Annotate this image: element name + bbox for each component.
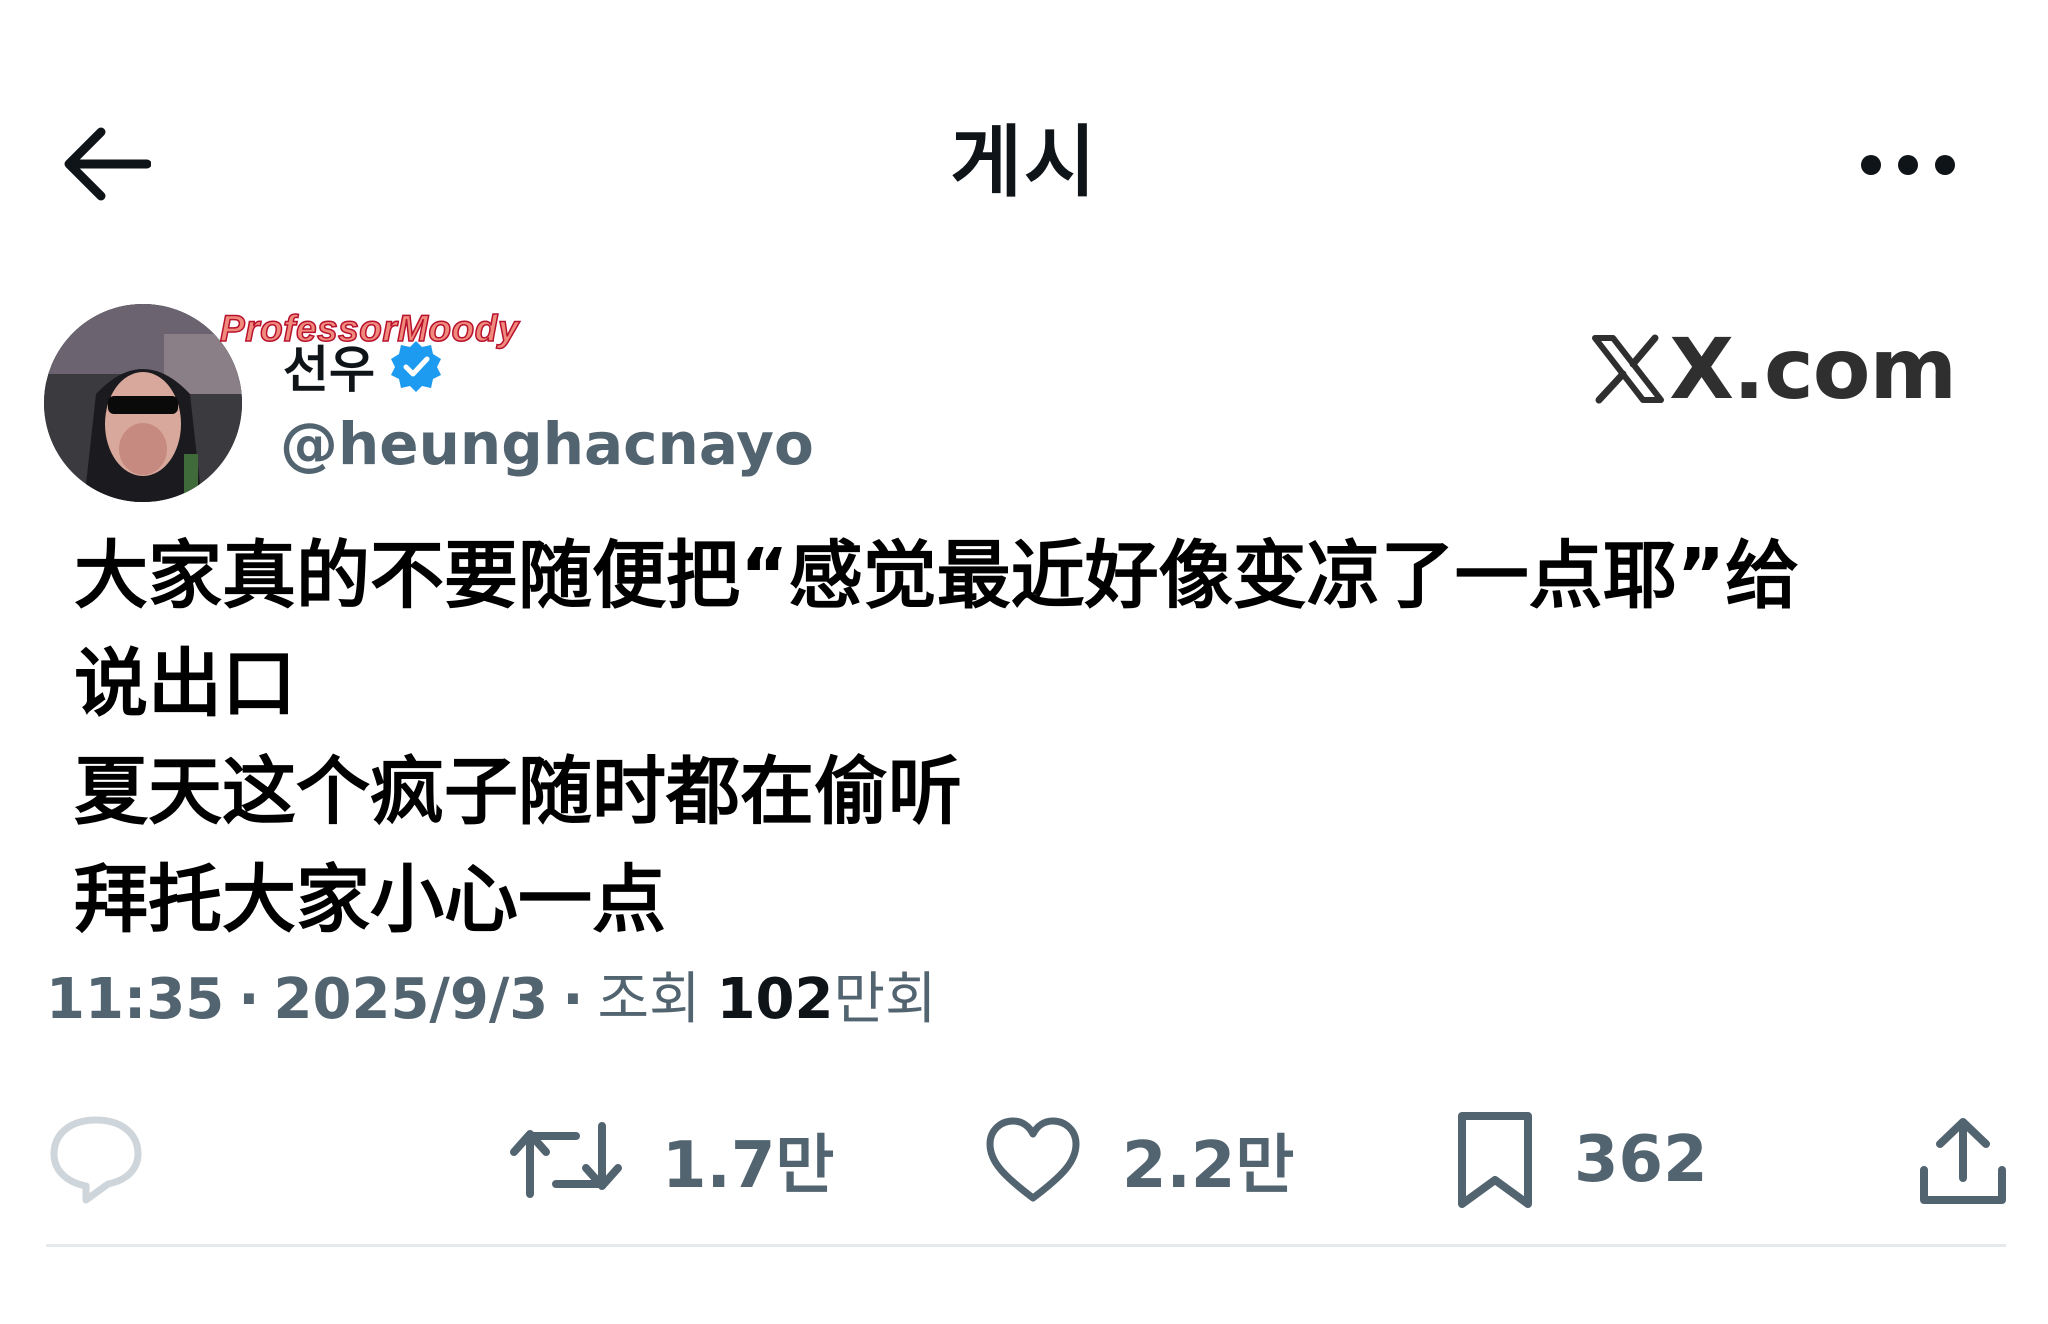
post-time[interactable]: 11:35 bbox=[46, 967, 224, 1032]
avatar-image bbox=[44, 304, 242, 502]
post-line: 夏天这个疯子随时都在偷听 bbox=[74, 749, 962, 835]
site-brand: X.com bbox=[1591, 320, 1957, 418]
top-bar: 게시 bbox=[0, 100, 2048, 230]
heart-icon bbox=[986, 1117, 1080, 1202]
post-text: 大家真的不要随便把“感觉最近好像变凉了一点耶”给 说出口 夏天这个疯子随时都在偷… bbox=[74, 522, 1994, 954]
bookmark-count: 362 bbox=[1574, 1123, 1708, 1197]
share-icon bbox=[1920, 1118, 2006, 1204]
views-unit: 만회 bbox=[833, 967, 937, 1032]
verified-badge-icon bbox=[389, 339, 443, 393]
display-name[interactable]: 선우 bbox=[283, 336, 443, 399]
bookmark-button[interactable]: 362 bbox=[1456, 1100, 1708, 1220]
post-meta: 11:35 · 2025/9/3 · 조회 102 만회 bbox=[46, 954, 937, 1035]
separator-dot: · bbox=[562, 967, 584, 1032]
views-count: 102 bbox=[716, 967, 834, 1032]
post-line: 大家真的不要随便把“感觉最近好像变凉了一点耶”给 bbox=[74, 533, 1800, 619]
retweet-icon bbox=[510, 1122, 622, 1198]
action-bar: 1.7만 2.2만 362 bbox=[0, 1100, 2048, 1220]
divider bbox=[46, 1244, 2006, 1247]
post-line: 说出口 bbox=[74, 641, 296, 727]
like-button[interactable]: 2.2만 bbox=[984, 1100, 1294, 1220]
retweet-count: 1.7만 bbox=[662, 1129, 835, 1203]
page-title: 게시 bbox=[950, 118, 1098, 208]
site-brand-text: X.com bbox=[1669, 320, 1957, 418]
reply-icon bbox=[50, 1116, 142, 1204]
more-icon bbox=[1861, 155, 1955, 175]
share-button[interactable] bbox=[1918, 1100, 2008, 1220]
x-logo-icon bbox=[1592, 334, 1665, 404]
post-line: 拜托大家小心一点 bbox=[74, 857, 666, 943]
post-date[interactable]: 2025/9/3 bbox=[274, 967, 549, 1032]
reply-button[interactable] bbox=[46, 1100, 146, 1220]
avatar[interactable] bbox=[44, 304, 242, 502]
more-options-button[interactable] bbox=[1848, 130, 1968, 200]
separator-dot: · bbox=[238, 967, 260, 1032]
bookmark-icon bbox=[1458, 1112, 1532, 1208]
like-count: 2.2만 bbox=[1122, 1129, 1295, 1203]
retweet-button[interactable]: 1.7만 bbox=[510, 1100, 834, 1220]
views-label: 조회 bbox=[597, 967, 701, 1032]
user-handle[interactable]: @heunghacnayo bbox=[280, 410, 814, 478]
display-name-text: 선우 bbox=[283, 341, 375, 399]
